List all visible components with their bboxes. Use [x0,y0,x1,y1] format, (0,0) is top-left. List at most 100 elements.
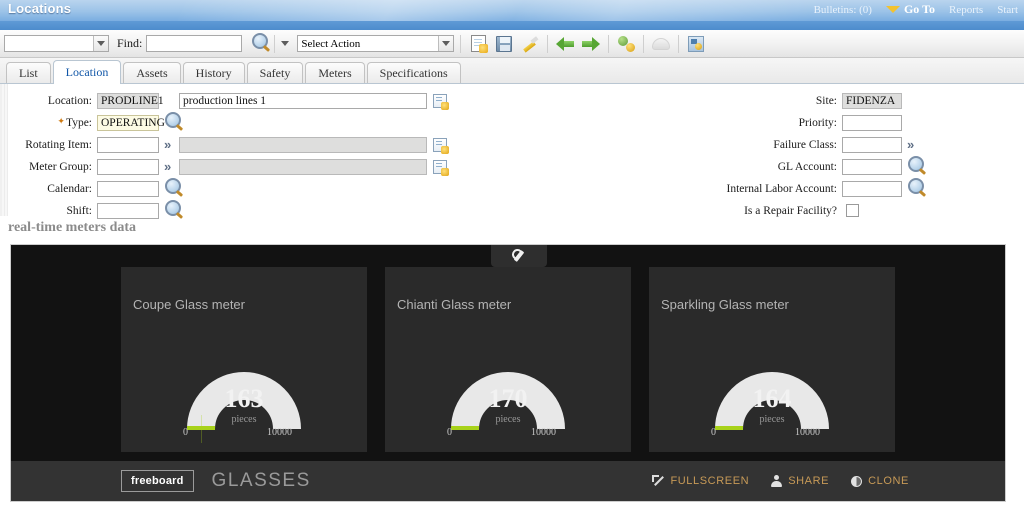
gauge-min-label: 0 [711,427,716,438]
internal-labor-account-input[interactable] [842,180,902,197]
location-form: Location: PRODLINE1 production lines 1 ✦… [0,84,1024,219]
fullscreen-icon [652,475,664,487]
quick-select-input[interactable] [5,36,93,51]
widget-title: Chianti Glass meter [397,297,512,312]
clone-button[interactable]: CLONE [851,475,909,487]
shift-lookup-icon[interactable] [165,200,181,221]
failure-class-input[interactable] [842,136,902,153]
freeboard-logo[interactable]: freeboard [121,470,194,492]
calendar-lookup-icon[interactable] [165,178,181,199]
reports-icon[interactable] [685,33,707,55]
share-button[interactable]: SHARE [771,475,829,487]
dashboard-name: GLASSES [211,470,311,491]
tab-specifications[interactable]: Specifications [366,62,461,83]
quick-select[interactable] [4,35,109,52]
tab-history[interactable]: History [182,62,245,83]
tab-location[interactable]: Location [52,60,122,84]
form-column-left: Location: PRODLINE1 production lines 1 ✦… [2,90,472,222]
rotating-item-detail-menu-icon[interactable]: » [164,137,171,152]
location-value: PRODLINE1 [97,92,164,109]
rotating-item-detail-icon[interactable] [433,137,450,154]
priority-label: Priority: [798,116,837,129]
gl-account-input[interactable] [842,158,902,175]
gauge-value: 164 [752,384,792,413]
workflow-icon[interactable] [615,33,637,55]
failure-class-label: Failure Class: [773,138,837,151]
location-description-input[interactable]: production lines 1 [179,92,427,109]
field-internal-labor-account: Internal Labor Account: [692,178,1024,199]
gauge-unit: pieces [495,414,521,425]
type-input[interactable]: OPERATING [97,114,165,131]
print-icon[interactable] [650,33,672,55]
field-shift: Shift: [2,200,472,221]
select-action-dropdown[interactable] [297,35,455,52]
location-detail-icon[interactable] [433,93,449,110]
field-repair-facility: Is a Repair Facility? [692,200,1024,221]
gauge-min-label: 0 [447,427,452,438]
find-options-chevron-icon[interactable] [281,41,290,46]
share-label: SHARE [788,475,830,487]
gauge-max-label: 10000 [795,427,820,438]
dashboard-actions: FULLSCREEN SHARE CLONE [652,475,909,487]
app-banner: Locations Bulletins: (0) Go To Reports S… [0,0,1024,30]
search-icon[interactable] [252,33,269,54]
tab-safety[interactable]: Safety [246,62,304,83]
rotating-item-input[interactable] [97,136,159,153]
failure-class-detail-menu-icon[interactable]: » [907,137,914,152]
tab-meters[interactable]: Meters [305,62,365,83]
start-link[interactable]: Start [997,4,1018,16]
tab-list[interactable]: List [6,62,51,83]
fullscreen-button[interactable]: FULLSCREEN [652,475,749,487]
gl-account-lookup-icon[interactable] [908,156,924,177]
shift-input[interactable] [97,202,159,219]
calendar-label: Calendar: [47,182,92,195]
dashboard-settings-button[interactable] [491,245,547,267]
chevron-down-icon [885,6,900,13]
internal-labor-account-lookup-icon[interactable] [908,178,924,199]
repair-facility-checkbox[interactable] [846,204,859,217]
dashboard-footer: freeboard GLASSES FULLSCREEN SHARE CLONE [11,461,1005,501]
new-record-icon[interactable] [467,33,489,55]
gauge-max-label: 10000 [531,427,556,438]
repair-facility-label: Is a Repair Facility? [744,204,837,217]
chevron-down-icon[interactable] [438,36,454,51]
find-label: Find: [117,36,143,50]
save-icon[interactable] [493,33,515,55]
gauge: 164 pieces 0 10000 [649,329,895,449]
meter-group-description [179,158,428,175]
previous-record-icon[interactable] [554,33,576,55]
type-label: ✦Type: [57,116,92,129]
meter-group-input[interactable] [97,158,159,175]
meter-group-detail-icon[interactable] [433,159,450,176]
clear-changes-icon[interactable] [519,33,541,55]
meter-group-detail-menu-icon[interactable]: » [164,159,171,174]
gauge-widget[interactable]: Coupe Glass meter 163 pieces 0 10000 [121,267,367,452]
gauge-widget[interactable]: Chianti Glass meter 170 pieces 0 10000 [385,267,631,452]
field-failure-class: Failure Class: » [692,134,1024,155]
field-calendar: Calendar: [2,178,472,199]
main-toolbar: Find: [0,30,1024,58]
widget-title: Sparkling Glass meter [661,297,789,312]
priority-input[interactable] [842,114,902,131]
gauge-max-label: 10000 [267,427,292,438]
type-lookup-icon[interactable] [165,112,181,133]
tab-bar: List Location Assets History Safety Mete… [0,58,1024,84]
required-marker-icon: ✦ [57,116,65,126]
tab-assets[interactable]: Assets [123,62,181,83]
site-label: Site: [815,94,837,107]
gauge-unit: pieces [759,414,785,425]
chevron-down-icon[interactable] [93,36,108,51]
field-priority: Priority: [692,112,1024,133]
field-gl-account: GL Account: [692,156,1024,177]
site-value: FIDENZA [842,92,902,109]
reports-link[interactable]: Reports [949,4,983,16]
calendar-input[interactable] [97,180,159,197]
page-title: Locations [8,1,72,16]
find-input[interactable] [146,35,243,52]
next-record-icon[interactable] [580,33,602,55]
goto-menu[interactable]: Go To [885,2,935,17]
select-action-input[interactable] [298,36,439,51]
gauge-widget[interactable]: Sparkling Glass meter 164 pieces 0 10000 [649,267,895,452]
bulletins-link[interactable]: Bulletins: (0) [814,4,872,16]
gauge-unit: pieces [231,414,257,425]
